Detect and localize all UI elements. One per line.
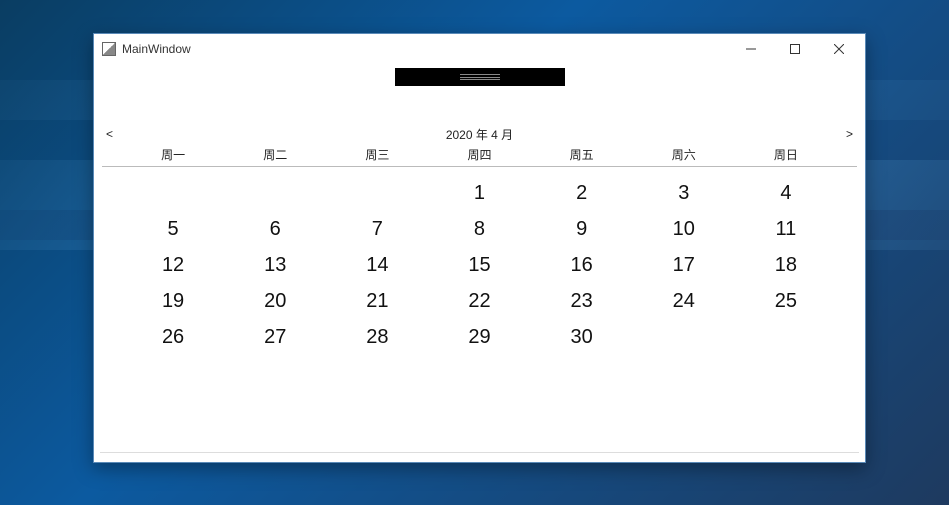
day-cell[interactable]: 12 (122, 247, 224, 283)
day-header: 周六 (633, 144, 735, 166)
minimize-button[interactable] (729, 35, 773, 63)
app-icon (102, 42, 116, 56)
day-cell[interactable]: 27 (224, 319, 326, 355)
main-window: MainWindow < 2020 年 4 月 > 周一 周二 周三 周四 周五 (93, 33, 866, 463)
day-cell[interactable]: 15 (428, 247, 530, 283)
day-cell[interactable] (224, 175, 326, 211)
day-cell[interactable] (326, 175, 428, 211)
day-header: 周日 (735, 144, 837, 166)
day-cell[interactable]: 4 (735, 175, 837, 211)
day-cell[interactable]: 10 (633, 211, 735, 247)
day-cell[interactable]: 30 (531, 319, 633, 355)
day-cell[interactable]: 25 (735, 283, 837, 319)
day-cell[interactable]: 22 (428, 283, 530, 319)
status-bar (100, 452, 859, 462)
calendar: < 2020 年 4 月 > 周一 周二 周三 周四 周五 周六 周日 1 2 … (94, 94, 865, 452)
day-cell[interactable]: 5 (122, 211, 224, 247)
day-cell[interactable]: 6 (224, 211, 326, 247)
day-headers-row: 周一 周二 周三 周四 周五 周六 周日 (102, 144, 857, 167)
day-cell[interactable]: 3 (633, 175, 735, 211)
day-cell[interactable]: 29 (428, 319, 530, 355)
day-cell[interactable]: 11 (735, 211, 837, 247)
month-navigation: < 2020 年 4 月 > (102, 124, 857, 144)
day-cell[interactable]: 18 (735, 247, 837, 283)
toolbar (94, 64, 865, 94)
day-cell[interactable] (633, 319, 735, 355)
day-cell[interactable]: 13 (224, 247, 326, 283)
next-month-button[interactable]: > (842, 127, 857, 141)
window-title: MainWindow (122, 42, 191, 56)
day-cell[interactable]: 8 (428, 211, 530, 247)
maximize-button[interactable] (773, 35, 817, 63)
day-header: 周三 (326, 144, 428, 166)
day-header: 周一 (122, 144, 224, 166)
day-cell[interactable]: 24 (633, 283, 735, 319)
day-cell[interactable]: 17 (633, 247, 735, 283)
day-cell[interactable] (122, 175, 224, 211)
day-header: 周五 (531, 144, 633, 166)
grip-icon (460, 74, 500, 80)
titlebar[interactable]: MainWindow (94, 34, 865, 64)
day-cell[interactable]: 9 (531, 211, 633, 247)
day-cell[interactable]: 23 (531, 283, 633, 319)
close-button[interactable] (817, 35, 861, 63)
day-header: 周二 (224, 144, 326, 166)
day-cell[interactable]: 1 (428, 175, 530, 211)
day-cell[interactable]: 14 (326, 247, 428, 283)
day-cell[interactable]: 16 (531, 247, 633, 283)
day-cell[interactable]: 2 (531, 175, 633, 211)
day-cell[interactable]: 20 (224, 283, 326, 319)
prev-month-button[interactable]: < (102, 127, 117, 141)
days-grid: 1 2 3 4 5 6 7 8 9 10 11 12 13 14 15 16 1… (102, 167, 857, 355)
day-cell[interactable] (735, 319, 837, 355)
drag-handle[interactable] (395, 68, 565, 86)
day-cell[interactable]: 21 (326, 283, 428, 319)
day-cell[interactable]: 19 (122, 283, 224, 319)
day-cell[interactable]: 28 (326, 319, 428, 355)
day-header: 周四 (428, 144, 530, 166)
day-cell[interactable]: 7 (326, 211, 428, 247)
day-cell[interactable]: 26 (122, 319, 224, 355)
month-label[interactable]: 2020 年 4 月 (446, 126, 513, 143)
